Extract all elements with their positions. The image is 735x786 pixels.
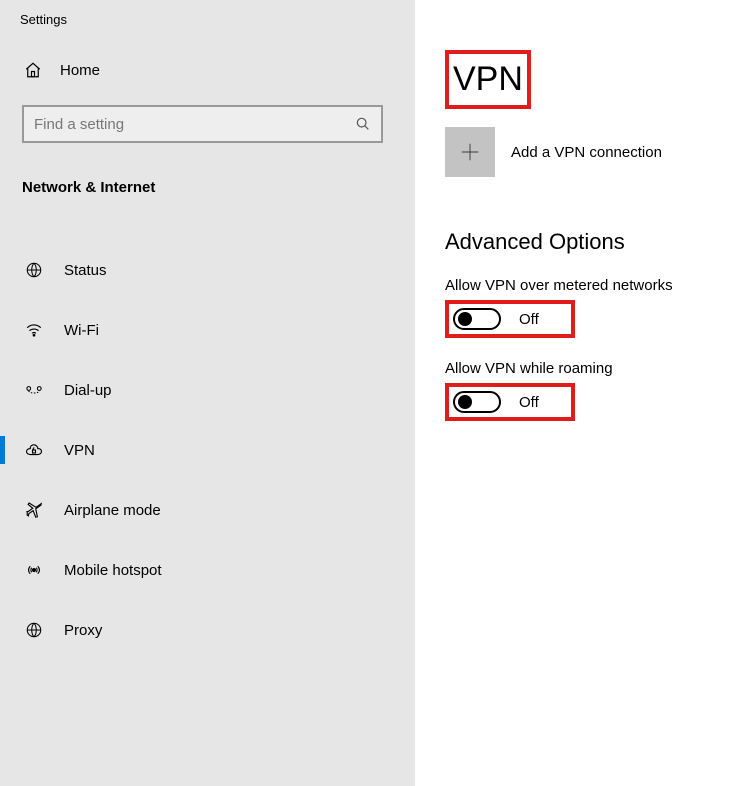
toggle-state: Off [519,311,549,328]
proxy-icon [24,621,44,639]
nav-list: Status Wi-Fi Dial-up VPN Airplane mode [0,240,415,660]
wifi-icon [24,321,44,339]
search-box[interactable] [22,105,383,143]
sidebar-item-label: Dial-up [64,382,112,399]
sidebar-item-label: VPN [64,442,95,459]
sidebar-item-dialup[interactable]: Dial-up [0,360,415,420]
page-title: VPN [445,50,531,109]
sidebar-item-wifi[interactable]: Wi-Fi [0,300,415,360]
option-roaming: Allow VPN while roaming Off [445,360,735,421]
main-content: VPN Add a VPN connection Advanced Option… [415,0,735,786]
option-metered: Allow VPN over metered networks Off [445,277,735,338]
sidebar-item-label: Status [64,262,107,279]
airplane-icon [24,501,44,519]
sidebar-item-label: Mobile hotspot [64,562,162,579]
globe-icon [24,261,44,279]
advanced-options-heading: Advanced Options [445,229,735,255]
toggle-knob [458,312,472,326]
hotspot-icon [24,561,44,579]
sidebar-item-label: Wi-Fi [64,322,99,339]
toggle-row-roaming: Off [445,383,575,421]
settings-sidebar: Settings Home Network & Internet Status … [0,0,415,786]
section-header: Network & Internet [0,147,415,208]
toggle-state: Off [519,394,549,411]
toggle-roaming[interactable] [453,391,501,413]
option-label: Allow VPN while roaming [445,360,735,377]
search-input[interactable] [34,116,355,133]
add-vpn-button[interactable]: Add a VPN connection [445,127,735,177]
sidebar-item-airplane[interactable]: Airplane mode [0,480,415,540]
sidebar-item-label: Airplane mode [64,502,161,519]
add-vpn-label: Add a VPN connection [511,144,662,161]
sidebar-item-vpn[interactable]: VPN [0,420,415,480]
sidebar-item-status[interactable]: Status [0,240,415,300]
plus-icon [445,127,495,177]
option-label: Allow VPN over metered networks [445,277,735,294]
home-label: Home [60,62,100,79]
vpn-icon [24,441,44,459]
search-icon [355,116,371,132]
sidebar-item-label: Proxy [64,622,102,639]
dialup-icon [24,381,44,399]
home-icon [24,61,42,79]
toggle-row-metered: Off [445,300,575,338]
home-nav[interactable]: Home [0,39,415,97]
toggle-knob [458,395,472,409]
toggle-metered[interactable] [453,308,501,330]
sidebar-item-hotspot[interactable]: Mobile hotspot [0,540,415,600]
app-title: Settings [0,12,415,39]
sidebar-item-proxy[interactable]: Proxy [0,600,415,660]
